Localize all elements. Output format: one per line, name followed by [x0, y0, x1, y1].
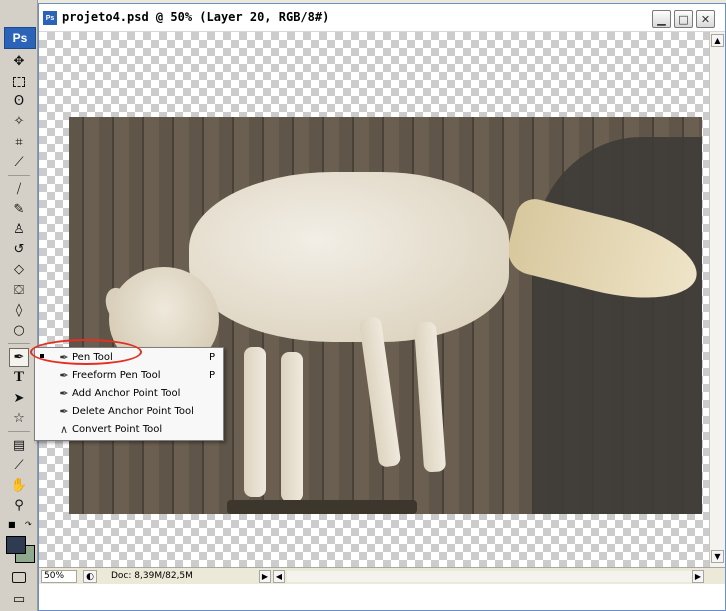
- tools-divider: [8, 175, 30, 176]
- shortcut-key: P: [209, 370, 216, 381]
- flyout-item-label: Freeform Pen Tool: [72, 370, 161, 381]
- document-window: Ps projeto4.psd @ 50% (Layer 20, RGB/8#)…: [38, 3, 726, 611]
- scroll-right-icon[interactable]: ▶: [692, 570, 704, 583]
- wolf-leg: [413, 321, 447, 473]
- image-canvas[interactable]: [39, 32, 709, 567]
- default-colors-icon[interactable]: ■: [8, 520, 16, 529]
- maximize-button[interactable]: □: [674, 10, 693, 28]
- close-icon: ✕: [700, 12, 711, 26]
- tools-divider: [8, 431, 30, 432]
- flyout-item-delete-anchor-point-tool[interactable]: ✒ Delete Anchor Point Tool: [35, 403, 223, 421]
- photoshop-logo[interactable]: Ps: [4, 27, 36, 49]
- maximize-icon: □: [678, 12, 689, 26]
- flyout-item-label: Convert Point Tool: [72, 424, 163, 435]
- type-tool-icon[interactable]: T: [9, 368, 29, 387]
- crop-tool-icon[interactable]: ⌗: [9, 133, 29, 152]
- magic-wand-tool-icon[interactable]: ✧: [9, 112, 29, 131]
- wolf-body: [189, 172, 509, 342]
- minimize-button[interactable]: ▁: [652, 10, 671, 28]
- wall-shadow: [532, 137, 702, 514]
- freeform-pen-icon: ✒: [59, 369, 69, 382]
- add-anchor-icon: ✒: [59, 387, 69, 400]
- vertical-scrollbar[interactable]: ▲ ▼: [709, 32, 725, 567]
- photoshop-screen: Ps ✥ ʘ ✧ ⌗ ⟋ ⧸ ✎ ♙ ↺ ◇ ⛋ ◊ ○ ✒ T ➤ ☆ ▤ ⟋…: [0, 0, 726, 611]
- zoom-field[interactable]: 50%: [41, 570, 77, 583]
- history-brush-tool-icon[interactable]: ↺: [9, 240, 29, 259]
- zoom-tool-icon[interactable]: ⚲: [9, 496, 29, 515]
- blur-tool-icon[interactable]: ◊: [9, 301, 29, 320]
- convert-point-icon: ∧: [59, 423, 69, 436]
- move-tool-icon[interactable]: ✥: [9, 52, 29, 71]
- marquee-tool-icon[interactable]: [9, 72, 29, 91]
- flyout-item-label: Add Anchor Point Tool: [72, 388, 181, 399]
- tools-panel: Ps ✥ ʘ ✧ ⌗ ⟋ ⧸ ✎ ♙ ↺ ◇ ⛋ ◊ ○ ✒ T ➤ ☆ ▤ ⟋…: [0, 0, 38, 611]
- zoom-preview-icon[interactable]: ◐: [83, 570, 97, 583]
- document-size: Doc: 8,39M/82,5M: [111, 571, 193, 581]
- shortcut-key: P: [209, 352, 216, 363]
- quick-mask-mode-icon[interactable]: [9, 568, 29, 587]
- delete-anchor-icon: ✒: [59, 405, 69, 418]
- healing-brush-tool-icon[interactable]: ⧸: [9, 180, 29, 199]
- minimize-icon: ▁: [657, 12, 666, 26]
- psd-file-icon: Ps: [43, 11, 57, 25]
- clone-stamp-tool-icon[interactable]: ♙: [9, 220, 29, 239]
- flyout-item-label: Delete Anchor Point Tool: [72, 406, 194, 417]
- screen-mode-icon[interactable]: ▭: [9, 590, 29, 609]
- pen-tool-icon[interactable]: ✒: [9, 348, 29, 367]
- close-button[interactable]: ✕: [696, 10, 715, 28]
- foreground-color-swatch[interactable]: [6, 536, 26, 554]
- path-selection-tool-icon[interactable]: ➤: [9, 389, 29, 408]
- scroll-down-icon[interactable]: ▼: [711, 550, 724, 563]
- highlight-ellipse: [30, 339, 142, 365]
- wolf-leg: [244, 347, 266, 497]
- eraser-tool-icon[interactable]: ◇: [9, 260, 29, 279]
- swap-colors-icon[interactable]: ↷: [25, 520, 32, 529]
- dodge-tool-icon[interactable]: ○: [9, 321, 29, 340]
- document-titlebar[interactable]: Ps projeto4.psd @ 50% (Layer 20, RGB/8#)…: [39, 4, 725, 32]
- status-bar: 50% ◐ Doc: 8,39M/82,5M ▶ ◀ ▶: [39, 567, 725, 584]
- flyout-item-add-anchor-point-tool[interactable]: ✒ Add Anchor Point Tool: [35, 385, 223, 403]
- paint-bucket-tool-icon[interactable]: ⛋: [9, 281, 29, 300]
- wolf-photo: [69, 117, 706, 514]
- wooden-stump: [227, 500, 417, 514]
- eyedropper-tool-icon[interactable]: ⟋: [9, 456, 29, 475]
- brush-tool-icon[interactable]: ✎: [9, 200, 29, 219]
- notes-tool-icon[interactable]: ▤: [9, 436, 29, 455]
- horizontal-scrollbar[interactable]: [287, 571, 692, 582]
- shape-tool-icon[interactable]: ☆: [9, 409, 29, 428]
- hand-tool-icon[interactable]: ✋: [9, 476, 29, 495]
- flyout-item-freeform-pen-tool[interactable]: ✒ Freeform Pen Tool P: [35, 367, 223, 385]
- flyout-item-convert-point-tool[interactable]: ∧ Convert Point Tool: [35, 421, 223, 439]
- status-menu-arrow-icon[interactable]: ▶: [259, 570, 271, 583]
- scroll-left-icon[interactable]: ◀: [273, 570, 285, 583]
- scroll-up-icon[interactable]: ▲: [711, 34, 724, 47]
- lasso-tool-icon[interactable]: ʘ: [9, 92, 29, 111]
- wolf-leg: [281, 352, 303, 502]
- document-title: projeto4.psd @ 50% (Layer 20, RGB/8#): [62, 10, 330, 24]
- slice-tool-icon[interactable]: ⟋: [9, 153, 29, 172]
- tools-divider: [8, 343, 30, 344]
